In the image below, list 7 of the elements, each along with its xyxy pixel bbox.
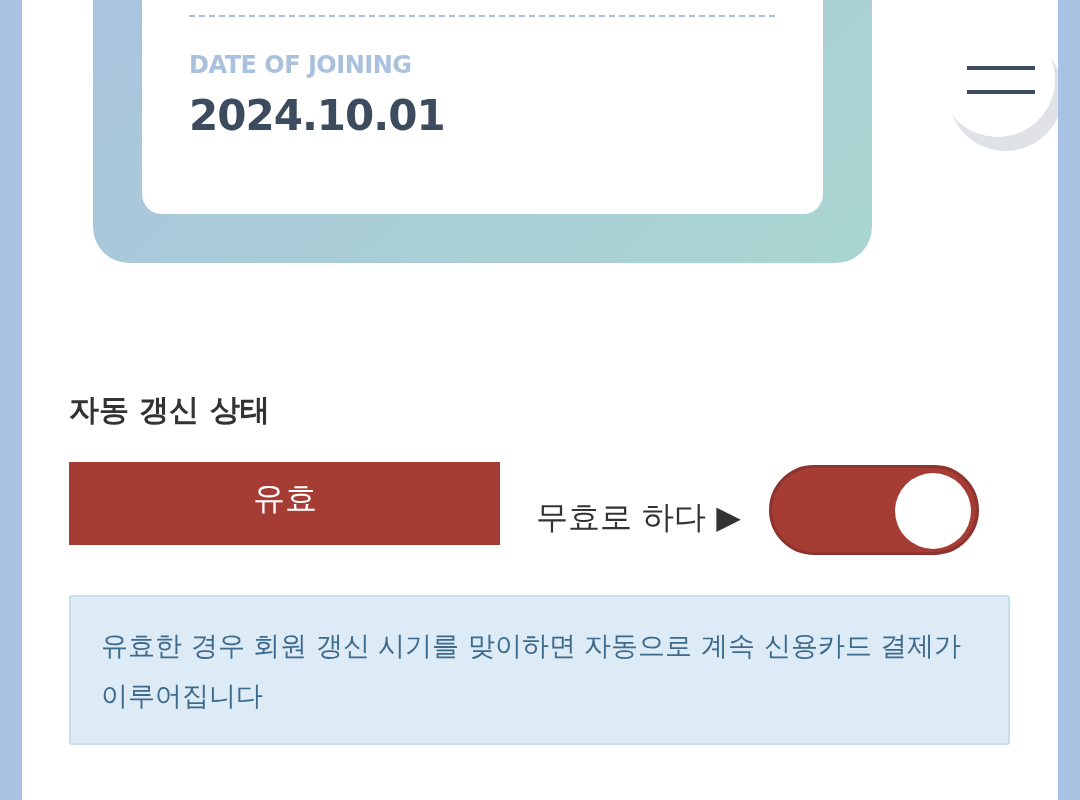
toggle-label: 무효로 하다 ▶ bbox=[536, 497, 741, 538]
date-value: 2024.10.01 bbox=[189, 91, 446, 140]
menu-icon bbox=[966, 65, 1035, 94]
section-title: 자동 갱신 상태 bbox=[69, 391, 271, 429]
status-label: 유효 bbox=[69, 461, 500, 545]
date-label: DATE OF JOINING bbox=[189, 51, 413, 79]
notice-text: 유효한 경우 회원 갱신 시기를 맞이하면 자동으로 계속 신용카드 결제가 이루어집니다 bbox=[69, 595, 1010, 745]
